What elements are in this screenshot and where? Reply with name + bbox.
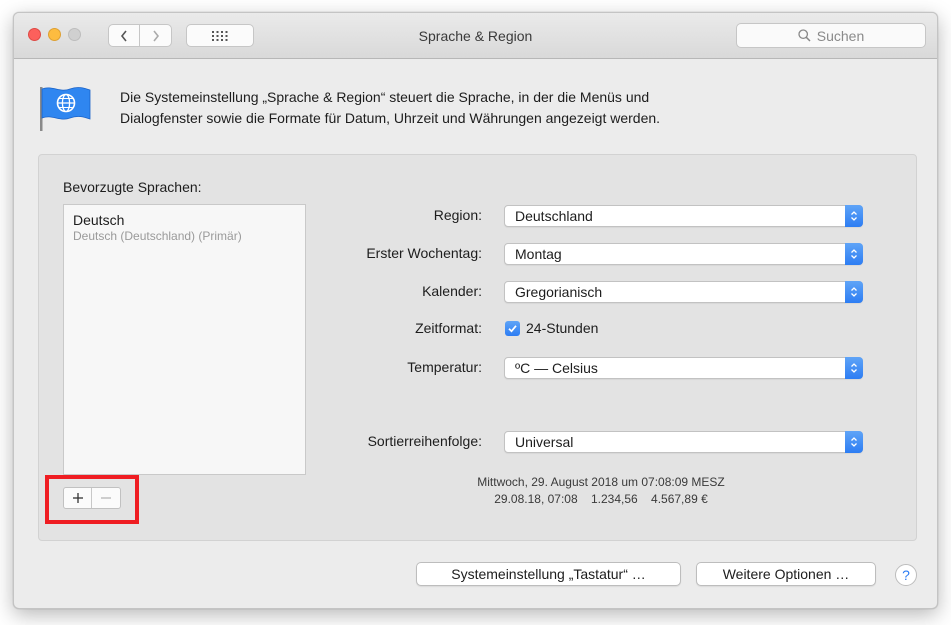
navigation-buttons xyxy=(108,24,172,47)
sort-order-select[interactable]: Universal xyxy=(504,431,863,453)
format-sample-date: Mittwoch, 29. August 2018 um 07:08:09 ME… xyxy=(477,475,725,489)
preferences-window: Sprache & Region Suchen Die Systemeinste… xyxy=(13,12,938,609)
description-line-1: Die Systemeinstellung „Sprache & Region“… xyxy=(120,89,650,105)
grid-icon xyxy=(212,30,228,41)
first-weekday-value: Montag xyxy=(515,246,562,262)
temperature-label: Temperatur: xyxy=(407,359,482,375)
sort-order-value: Universal xyxy=(515,434,574,450)
language-subtitle: Deutsch (Deutschland) (Primär) xyxy=(73,229,242,243)
search-icon xyxy=(798,29,811,42)
calendar-value: Gregorianisch xyxy=(515,284,603,300)
updown-arrows-icon xyxy=(845,357,863,379)
region-select[interactable]: Deutschland xyxy=(504,205,863,227)
close-window-button[interactable] xyxy=(28,28,41,41)
forward-button[interactable] xyxy=(140,25,171,46)
format-sample-numbers: 29.08.18, 07:08 1.234,56 4.567,89 € xyxy=(494,492,708,506)
updown-arrows-icon xyxy=(845,281,863,303)
search-placeholder: Suchen xyxy=(816,27,865,44)
language-name: Deutsch xyxy=(73,212,125,228)
chevron-left-icon xyxy=(120,30,127,41)
temperature-value: ºC — Celsius xyxy=(515,360,598,376)
back-button[interactable] xyxy=(109,25,141,46)
updown-arrows-icon xyxy=(845,431,863,453)
24-hour-checkbox[interactable] xyxy=(505,320,520,336)
preferred-languages-list[interactable]: Deutsch Deutsch (Deutschland) (Primär) xyxy=(63,204,306,475)
region-label: Region: xyxy=(433,207,482,223)
search-field[interactable]: Suchen xyxy=(736,23,926,48)
keyboard-preferences-button[interactable]: Systemeinstellung „Tastatur“ … xyxy=(416,562,681,586)
checkmark-icon xyxy=(508,324,517,332)
calendar-label: Kalender: xyxy=(422,283,482,299)
zoom-window-button[interactable] xyxy=(68,28,81,41)
time-format-label: Zeitformat: xyxy=(415,320,482,336)
pane-description: Die Systemeinstellung „Sprache & Region“… xyxy=(120,87,820,129)
calendar-select[interactable]: Gregorianisch xyxy=(504,281,863,303)
flag-globe-icon xyxy=(40,87,91,131)
24-hour-checkbox-label: 24-Stunden xyxy=(526,320,599,336)
updown-arrows-icon xyxy=(845,243,863,265)
region-value: Deutschland xyxy=(515,208,593,224)
first-weekday-select[interactable]: Montag xyxy=(504,243,863,265)
help-button[interactable]: ? xyxy=(895,564,917,586)
titlebar: Sprache & Region Suchen xyxy=(14,13,937,59)
temperature-select[interactable]: ºC — Celsius xyxy=(504,357,863,379)
24-hour-checkbox-row[interactable]: 24-Stunden xyxy=(505,320,598,336)
first-weekday-label: Erster Wochentag: xyxy=(366,245,482,261)
updown-arrows-icon xyxy=(845,205,863,227)
minimize-window-button[interactable] xyxy=(48,28,61,41)
description-line-2: Dialogfenster sowie die Formate für Datu… xyxy=(120,110,661,126)
list-item[interactable]: Deutsch Deutsch (Deutschland) (Primär) xyxy=(73,212,242,244)
sort-order-label: Sortierreihenfolge: xyxy=(367,433,482,449)
advanced-options-button[interactable]: Weitere Optionen … xyxy=(696,562,876,586)
preferred-languages-title: Bevorzugte Sprachen: xyxy=(63,179,202,195)
show-all-button[interactable] xyxy=(186,24,254,47)
highlight-box xyxy=(45,475,139,524)
chevron-right-icon xyxy=(152,30,159,41)
